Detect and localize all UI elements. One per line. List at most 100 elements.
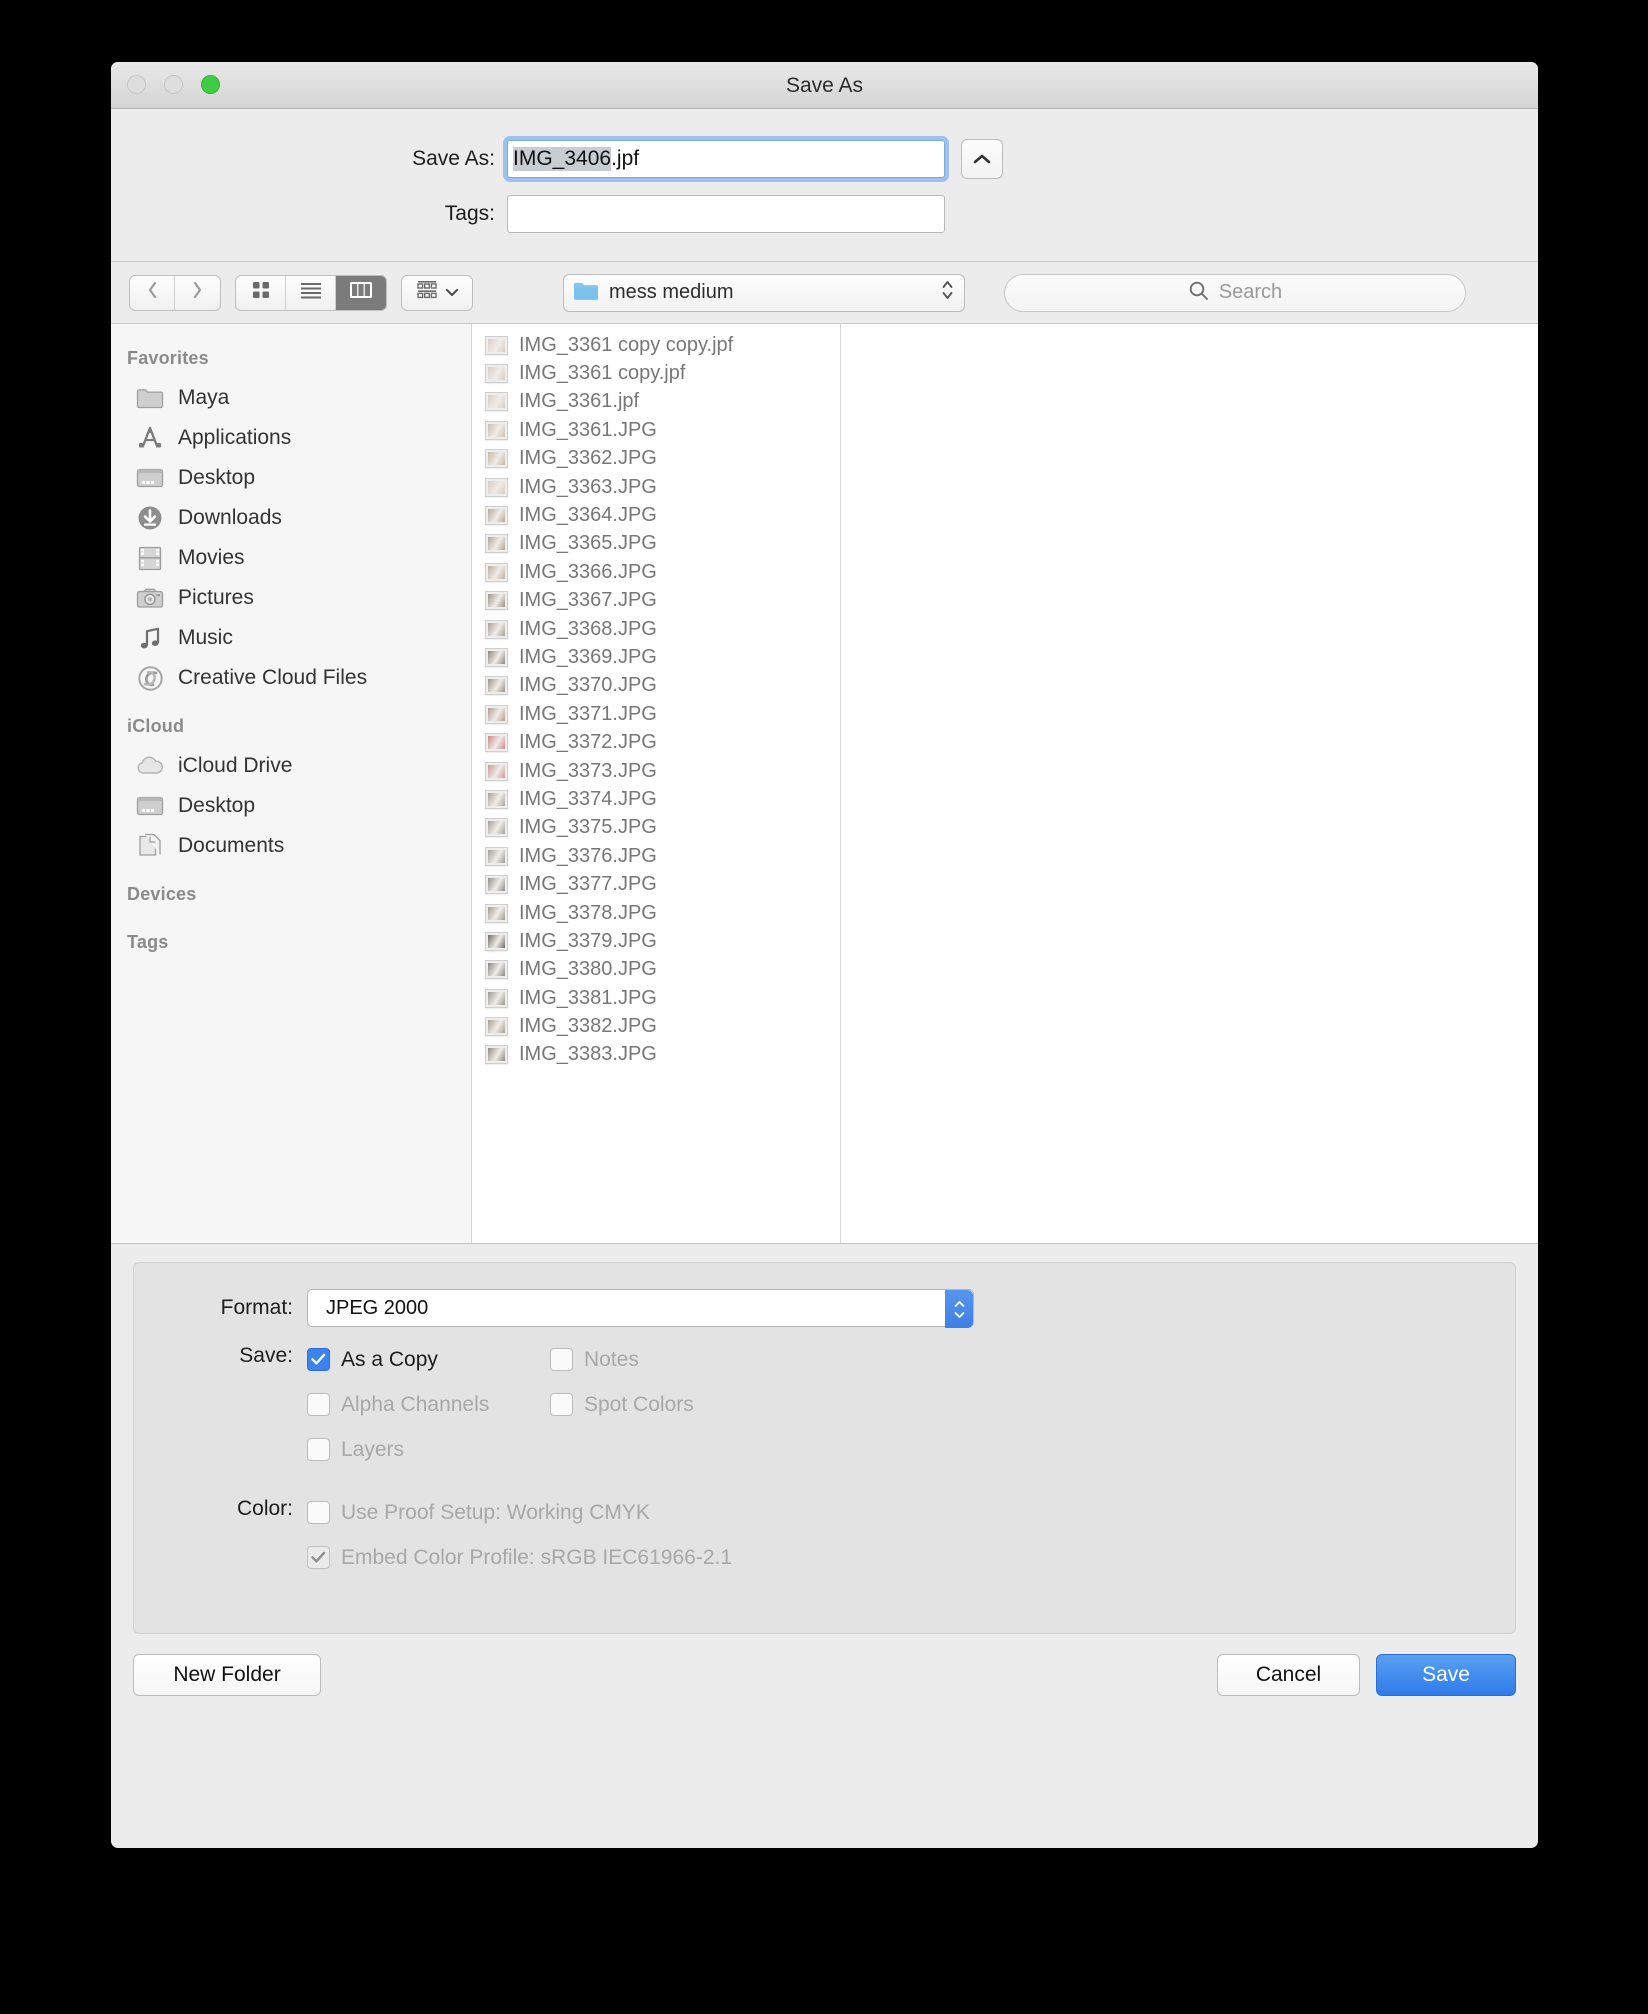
music-icon	[135, 625, 165, 651]
preview-column	[841, 324, 1538, 1243]
sidebar-item-movies[interactable]: Movies	[111, 538, 471, 578]
file-list-item[interactable]: IMG_3361.JPG	[472, 416, 840, 444]
file-name: IMG_3367.JPG	[519, 589, 657, 612]
sidebar-item-creative-cloud-files[interactable]: Creative Cloud Files	[111, 658, 471, 698]
file-list-item[interactable]: IMG_3380.JPG	[472, 956, 840, 984]
file-list-item[interactable]: IMG_3373.JPG	[472, 757, 840, 785]
file-list-item[interactable]: IMG_3368.JPG	[472, 615, 840, 643]
name-panel: Save As: IMG_3406.jpf Tags:	[111, 109, 1538, 262]
tags-input[interactable]	[507, 195, 945, 233]
file-name: IMG_3361.JPG	[519, 419, 657, 442]
sidebar-item-label: Maya	[178, 386, 229, 410]
checkbox-alpha-channels: Alpha Channels	[307, 1382, 550, 1427]
file-list-item[interactable]: IMG_3382.JPG	[472, 1012, 840, 1040]
sidebar-item-documents[interactable]: Documents	[111, 826, 471, 866]
file-name: IMG_3373.JPG	[519, 760, 657, 783]
sidebar-item-icloud-drive[interactable]: iCloud Drive	[111, 746, 471, 786]
file-list-item[interactable]: IMG_3361 copy.jpf	[472, 359, 840, 387]
file-list-item[interactable]: IMG_3365.JPG	[472, 530, 840, 558]
forward-button[interactable]	[175, 276, 220, 310]
minimize-button[interactable]	[164, 75, 183, 94]
sidebar-group-title: iCloud	[111, 716, 471, 746]
file-thumbnail-icon	[485, 932, 508, 951]
file-list-item[interactable]: IMG_3379.JPG	[472, 927, 840, 955]
file-list-item[interactable]: IMG_3361 copy copy.jpf	[472, 331, 840, 359]
format-select-stepper[interactable]	[945, 1290, 973, 1328]
zoom-button[interactable]	[201, 75, 220, 94]
close-button[interactable]	[127, 75, 146, 94]
sidebar-item-label: Desktop	[178, 794, 255, 818]
file-thumbnail-icon	[485, 790, 508, 809]
column-view-button[interactable]	[336, 276, 386, 310]
sidebar-item-music[interactable]: Music	[111, 618, 471, 658]
file-thumbnail-icon	[485, 364, 508, 383]
icon-view-button[interactable]	[236, 276, 286, 310]
file-list-item[interactable]: IMG_3362.JPG	[472, 445, 840, 473]
checkbox-box	[307, 1501, 330, 1524]
chevron-down-icon	[445, 284, 459, 302]
collapse-panel-button[interactable]	[961, 139, 1003, 179]
file-list-item[interactable]: IMG_3363.JPG	[472, 473, 840, 501]
sidebar-group-title: Devices	[111, 884, 471, 914]
checkbox-box	[550, 1393, 573, 1416]
cloud-icon	[135, 753, 165, 779]
sidebar-item-label: Desktop	[178, 466, 255, 490]
checkbox-label: Spot Colors	[584, 1393, 694, 1417]
sidebar: Favorites Maya Applications Desktop Download…	[111, 324, 472, 1243]
file-list-item[interactable]: IMG_3366.JPG	[472, 558, 840, 586]
file-list-item[interactable]: IMG_3374.JPG	[472, 785, 840, 813]
file-name: IMG_3381.JPG	[519, 987, 657, 1010]
pictures-icon	[135, 585, 165, 611]
file-browser: Favorites Maya Applications Desktop Download…	[111, 324, 1538, 1244]
file-list-item[interactable]: IMG_3372.JPG	[472, 728, 840, 756]
sidebar-item-maya[interactable]: Maya	[111, 378, 471, 418]
file-column[interactable]: IMG_3361 copy copy.jpfIMG_3361 copy.jpfI…	[472, 324, 841, 1243]
arrange-action-button[interactable]	[401, 275, 473, 311]
sidebar-group-title: Favorites	[111, 348, 471, 378]
search-field[interactable]: Search	[1004, 274, 1466, 312]
sidebar-item-desktop[interactable]: Desktop	[111, 458, 471, 498]
filename-input[interactable]: IMG_3406.jpf	[507, 140, 945, 178]
list-view-button[interactable]	[286, 276, 336, 310]
file-list-item[interactable]: IMG_3370.JPG	[472, 672, 840, 700]
save-checkbox-grid: As a CopyNotesAlpha ChannelsSpot ColorsL…	[307, 1337, 1007, 1472]
file-name: IMG_3375.JPG	[519, 816, 657, 839]
file-thumbnail-icon	[485, 762, 508, 781]
save-button[interactable]: Save	[1376, 1654, 1516, 1696]
file-list-item[interactable]: IMG_3367.JPG	[472, 587, 840, 615]
file-list-item[interactable]: IMG_3376.JPG	[472, 842, 840, 870]
cancel-button[interactable]: Cancel	[1217, 1654, 1360, 1696]
format-select[interactable]: JPEG 2000	[307, 1289, 974, 1327]
file-name: IMG_3363.JPG	[519, 476, 657, 499]
folder-icon	[135, 385, 165, 411]
traffic-lights	[127, 75, 220, 94]
path-popup-button[interactable]: mess medium	[563, 274, 965, 312]
file-list-item[interactable]: IMG_3364.JPG	[472, 501, 840, 529]
file-list-item[interactable]: IMG_3383.JPG	[472, 1041, 840, 1069]
sidebar-item-label: iCloud Drive	[178, 754, 292, 778]
applications-icon	[135, 425, 165, 451]
updown-arrows-icon	[940, 278, 955, 307]
file-name: IMG_3365.JPG	[519, 532, 657, 555]
file-list-item[interactable]: IMG_3361.jpf	[472, 388, 840, 416]
sidebar-item-pictures[interactable]: Pictures	[111, 578, 471, 618]
file-thumbnail-icon	[485, 676, 508, 695]
file-list-item[interactable]: IMG_3377.JPG	[472, 870, 840, 898]
save-row: Save: As a CopyNotesAlpha ChannelsSpot C…	[134, 1337, 1515, 1472]
sidebar-item-downloads[interactable]: Downloads	[111, 498, 471, 538]
chevron-right-icon	[191, 280, 204, 305]
screen: Save As Save As: IMG_3406.jpf Tags:	[0, 0, 1648, 2014]
file-list-item[interactable]: IMG_3375.JPG	[472, 814, 840, 842]
sidebar-item-applications[interactable]: Applications	[111, 418, 471, 458]
file-list-item[interactable]: IMG_3369.JPG	[472, 643, 840, 671]
file-name: IMG_3368.JPG	[519, 618, 657, 641]
file-thumbnail-icon	[485, 875, 508, 894]
new-folder-button[interactable]: New Folder	[133, 1654, 321, 1696]
checkbox-box[interactable]	[307, 1348, 330, 1371]
file-list-item[interactable]: IMG_3381.JPG	[472, 984, 840, 1012]
file-list-item[interactable]: IMG_3371.JPG	[472, 700, 840, 728]
sidebar-item-desktop[interactable]: Desktop	[111, 786, 471, 826]
file-list-item[interactable]: IMG_3378.JPG	[472, 899, 840, 927]
back-button[interactable]	[130, 276, 175, 310]
checkbox-as-a-copy[interactable]: As a Copy	[307, 1337, 550, 1382]
